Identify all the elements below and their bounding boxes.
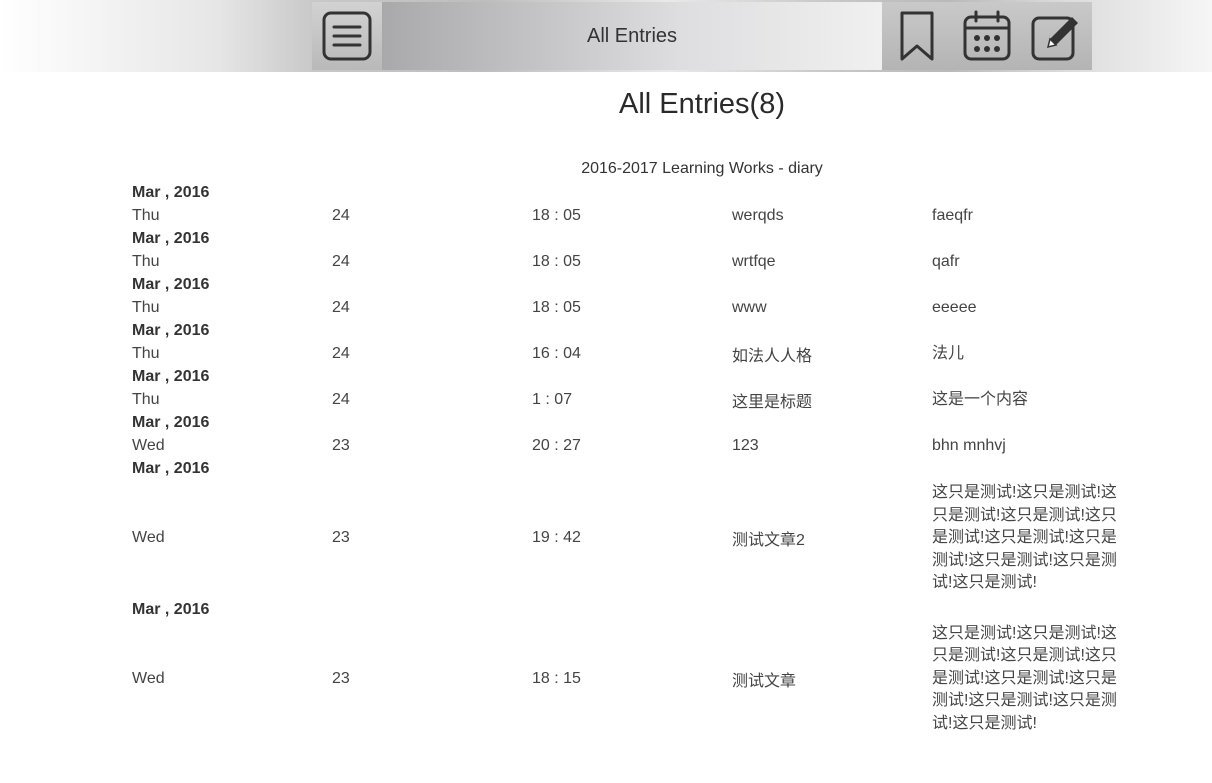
entry-day: 23: [332, 437, 350, 454]
entry-content: faeqfr: [932, 207, 973, 224]
entry-day: 23: [332, 529, 350, 547]
entry-row[interactable]: Thu 24 18 : 05 werqds faeqfr: [132, 204, 1132, 228]
entry-title: werqds: [732, 207, 784, 224]
entry-content: 这是一个内容: [932, 391, 1029, 408]
entry-row[interactable]: Thu 24 18 : 05 wrtfqe qafr: [132, 250, 1132, 274]
edit-pencil-icon: [1031, 16, 1078, 61]
entry-time: 18 : 05: [532, 253, 581, 270]
entry-title: www: [732, 299, 767, 316]
entry-group: Mar , 2016 Thu 24 18 : 05 werqds faeqfr: [132, 182, 1132, 228]
bookmark-button[interactable]: [882, 2, 952, 70]
entry-row[interactable]: Wed 23 19 : 42 测试文章2 这只是测试!这只是测试!这只是测试!这…: [132, 480, 1132, 595]
entry-day: 24: [332, 345, 350, 362]
entry-time: 18 : 05: [532, 207, 581, 224]
entry-row[interactable]: Thu 24 18 : 05 www eeeee: [132, 296, 1132, 320]
entry-day: 24: [332, 207, 350, 224]
new-entry-button[interactable]: [1022, 2, 1092, 70]
diary-name: 2016-2017 Learning Works - diary: [581, 160, 823, 177]
entry-month: Mar , 2016: [132, 322, 210, 339]
entry-group: Mar , 2016 Wed 23 20 : 27 123 bhn mnhvj: [132, 412, 1132, 458]
entry-group: Mar , 2016 Thu 24 18 : 05 wrtfqe qafr: [132, 228, 1132, 274]
entry-title: 123: [732, 437, 759, 454]
toolbar-title: All Entries: [382, 2, 882, 70]
entry-weekday: Wed: [132, 669, 165, 687]
entry-month: Mar , 2016: [132, 600, 210, 618]
entry-time: 18 : 15: [532, 669, 581, 687]
entry-month: Mar , 2016: [132, 414, 210, 431]
entry-month: Mar , 2016: [132, 230, 210, 247]
entry-group: Mar , 2016 Wed 23 18 : 15 测试文章 这只是测试!这只是…: [132, 599, 1132, 736]
entry-title: 如法人人格: [732, 348, 813, 365]
entry-time: 19 : 42: [532, 529, 581, 547]
entry-content: eeeee: [932, 299, 977, 316]
entry-content: 这只是测试!这只是测试!这只是测试!这只是测试!这只是测试!这只是测试!这只是测…: [932, 624, 1117, 732]
calendar-icon: [963, 10, 1011, 61]
entry-time: 1 : 07: [532, 391, 573, 408]
entry-content: bhn mnhvj: [932, 437, 1006, 454]
entry-title: wrtfqe: [732, 253, 776, 270]
bookmark-icon: [900, 11, 934, 61]
entry-weekday: Thu: [132, 253, 160, 270]
entry-time: 18 : 05: [532, 299, 581, 316]
hamburger-menu-icon: [322, 11, 372, 61]
entry-month: Mar , 2016: [132, 460, 210, 477]
entry-row[interactable]: Thu 24 1 : 07 这里是标题 这是一个内容: [132, 388, 1132, 412]
entry-content: qafr: [932, 253, 960, 270]
page-title: All Entries(8): [619, 88, 785, 120]
entry-title: 测试文章2: [732, 532, 805, 550]
entry-row[interactable]: Wed 23 20 : 27 123 bhn mnhvj: [132, 434, 1132, 458]
entry-month: Mar , 2016: [132, 368, 210, 385]
entry-time: 16 : 04: [532, 345, 581, 362]
entry-group: Mar , 2016 Thu 24 16 : 04 如法人人格 法儿: [132, 320, 1132, 366]
entry-weekday: Wed: [132, 437, 165, 454]
entry-month: Mar , 2016: [132, 184, 210, 201]
entry-day: 24: [332, 391, 350, 408]
entry-weekday: Thu: [132, 345, 160, 362]
entry-content: 法儿: [932, 345, 965, 362]
calendar-button[interactable]: [952, 2, 1022, 70]
entry-weekday: Wed: [132, 529, 165, 547]
entry-month: Mar , 2016: [132, 276, 210, 293]
entry-weekday: Thu: [132, 299, 160, 316]
entry-row[interactable]: Wed 23 18 : 15 测试文章 这只是测试!这只是测试!这只是测试!这只…: [132, 621, 1132, 736]
entry-weekday: Thu: [132, 391, 160, 408]
entry-content: 这只是测试!这只是测试!这只是测试!这只是测试!这只是测试!这只是测试!这只是测…: [932, 484, 1117, 591]
menu-button[interactable]: [312, 2, 382, 70]
entry-title: 这里是标题: [732, 394, 813, 411]
entries-list: Mar , 2016 Thu 24 18 : 05 werqds faeqfr …: [132, 182, 1132, 735]
entry-group: Mar , 2016 Wed 23 19 : 42 测试文章2 这只是测试!这只…: [132, 458, 1132, 595]
entry-group: Mar , 2016 Thu 24 18 : 05 www eeeee: [132, 274, 1132, 320]
entry-day: 24: [332, 299, 350, 316]
entry-group: Mar , 2016 Thu 24 1 : 07 这里是标题 这是一个内容: [132, 366, 1132, 412]
entry-time: 20 : 27: [532, 437, 581, 454]
entry-title: 测试文章: [732, 672, 797, 690]
entry-day: 23: [332, 669, 350, 687]
top-toolbar: All Entries: [0, 0, 1212, 72]
entry-row[interactable]: Thu 24 16 : 04 如法人人格 法儿: [132, 342, 1132, 366]
entry-weekday: Thu: [132, 207, 160, 224]
entry-day: 24: [332, 253, 350, 270]
